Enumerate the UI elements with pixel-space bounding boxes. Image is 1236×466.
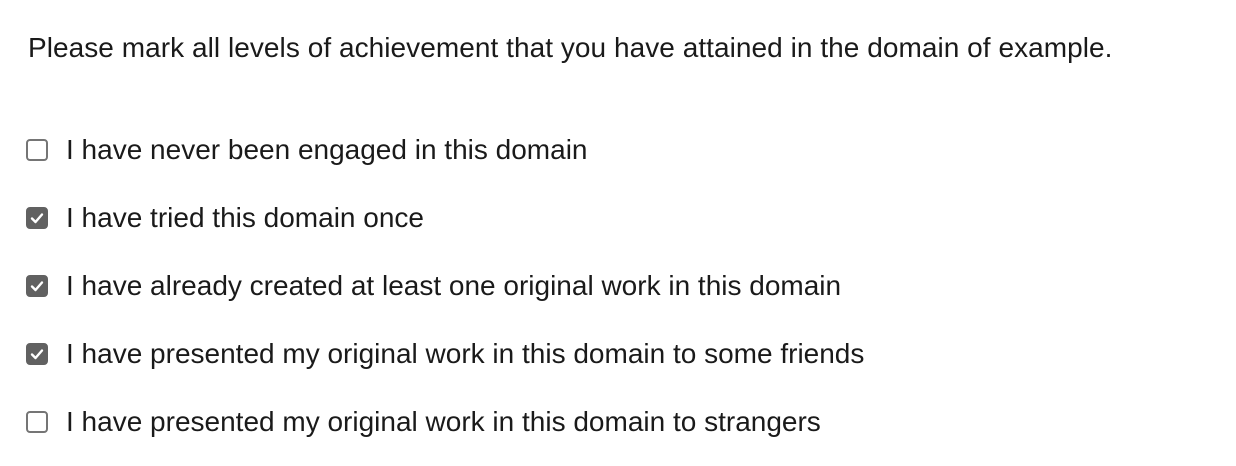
checkbox[interactable] (26, 343, 48, 365)
checkbox[interactable] (26, 275, 48, 297)
option-label: I have tried this domain once (66, 202, 424, 233)
options-list: I have never been engaged in this domain… (24, 130, 864, 442)
option-label: I have presented my original work in thi… (66, 338, 865, 369)
option-label: I have presented my original work in thi… (66, 406, 821, 437)
option-presented-to-friends[interactable]: I have presented my original work in thi… (24, 334, 864, 374)
option-never-engaged[interactable]: I have never been engaged in this domain (24, 130, 864, 170)
option-label: I have never been engaged in this domain (66, 134, 588, 165)
checkmark-icon (30, 213, 44, 224)
option-presented-to-strangers[interactable]: I have presented my original work in thi… (24, 402, 864, 442)
option-label: I have already created at least one orig… (66, 270, 842, 301)
option-tried-once[interactable]: I have tried this domain once (24, 198, 864, 238)
option-created-original-work[interactable]: I have already created at least one orig… (24, 266, 864, 306)
checkbox[interactable] (26, 139, 48, 161)
checkmark-icon (30, 349, 44, 360)
question-text: Please mark all levels of achievement th… (28, 32, 1113, 63)
checkmark-icon (30, 281, 44, 292)
checkbox[interactable] (26, 411, 48, 433)
checkbox[interactable] (26, 207, 48, 229)
